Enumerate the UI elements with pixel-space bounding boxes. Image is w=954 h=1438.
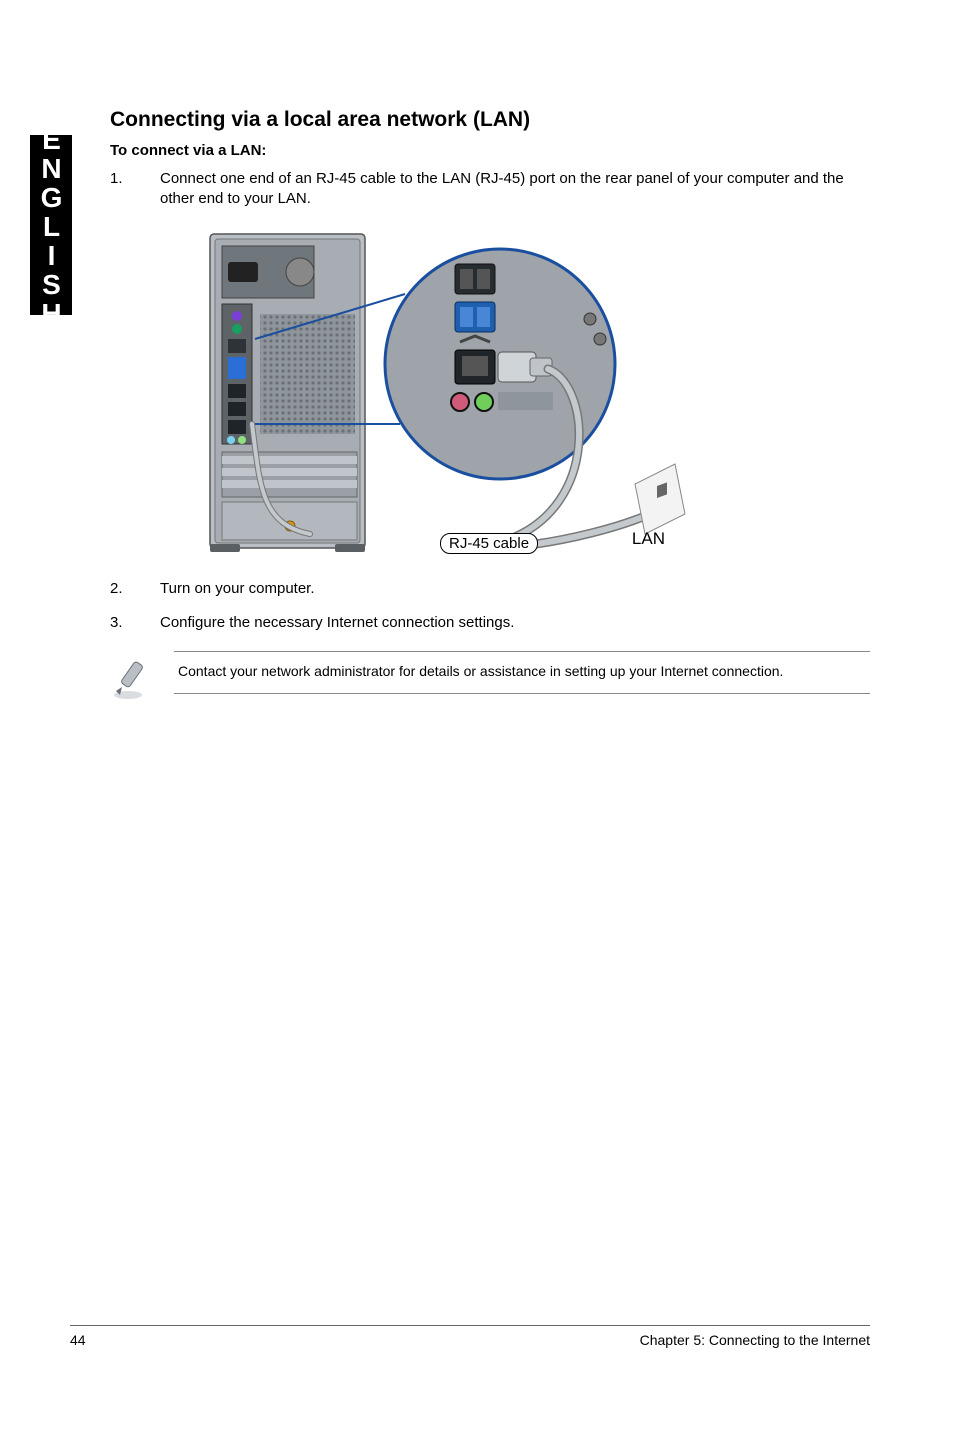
step-number: 3. xyxy=(110,613,160,633)
chapter-label: Chapter 5: Connecting to the Internet xyxy=(640,1332,870,1348)
figure-svg xyxy=(160,224,690,559)
step-number: 2. xyxy=(110,579,160,599)
note-text: Contact your network administrator for d… xyxy=(174,651,870,694)
list-item: 1. Connect one end of an RJ-45 cable to … xyxy=(110,169,870,210)
steps-list: 1. Connect one end of an RJ-45 cable to … xyxy=(110,169,870,210)
pencil-note-icon xyxy=(110,651,156,708)
step-text: Configure the necessary Internet connect… xyxy=(160,613,870,633)
language-label: ENGLISH xyxy=(35,124,67,327)
section-subtitle: To connect via a LAN: xyxy=(110,142,870,159)
cable-label: RJ-45 cable xyxy=(440,533,538,554)
step-text: Turn on your computer. xyxy=(160,579,870,599)
lan-label: LAN xyxy=(632,529,665,549)
list-item: 2. Turn on your computer. xyxy=(110,579,870,599)
page-footer: 44 Chapter 5: Connecting to the Internet xyxy=(70,1325,870,1348)
page-number: 44 xyxy=(70,1332,86,1348)
main-content: Connecting via a local area network (LAN… xyxy=(110,108,870,708)
list-item: 3. Configure the necessary Internet conn… xyxy=(110,613,870,633)
steps-list-continued: 2. Turn on your computer. 3. Configure t… xyxy=(110,579,870,634)
step-text: Connect one end of an RJ-45 cable to the… xyxy=(160,169,870,210)
note-block: Contact your network administrator for d… xyxy=(110,651,870,708)
lan-connection-figure: RJ-45 cable LAN xyxy=(160,224,690,559)
language-tab: ENGLISH xyxy=(30,135,72,315)
section-title: Connecting via a local area network (LAN… xyxy=(110,108,870,132)
step-number: 1. xyxy=(110,169,160,210)
